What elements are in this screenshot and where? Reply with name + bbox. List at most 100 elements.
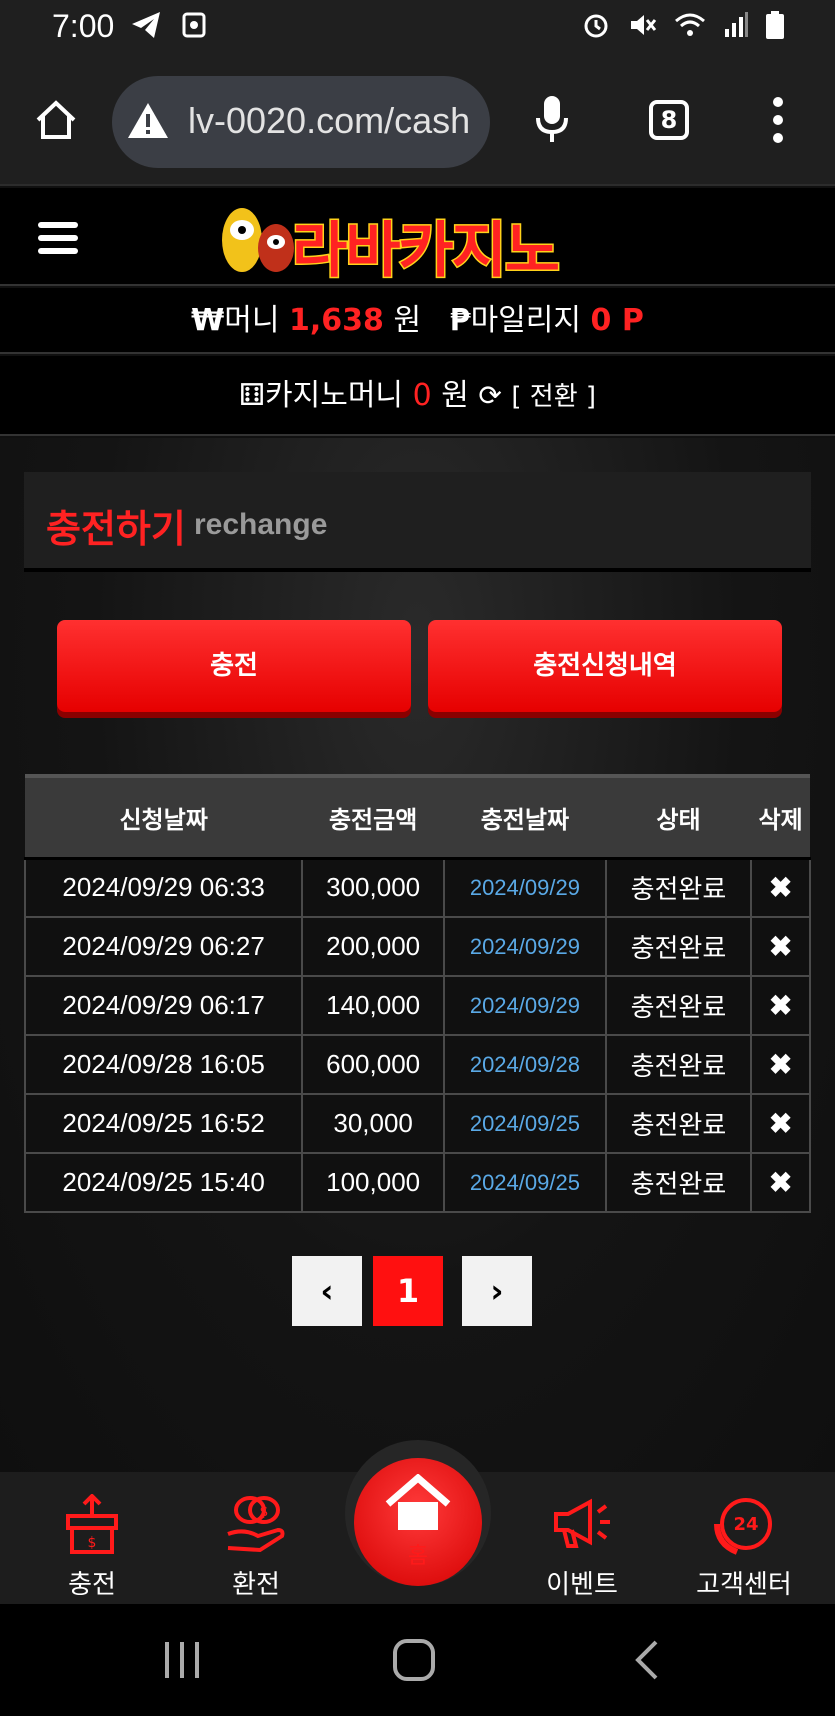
- microphone-icon[interactable]: [532, 94, 572, 146]
- pagination-next-button[interactable]: ›: [462, 1256, 532, 1326]
- column-header: 충전날짜: [444, 774, 606, 860]
- signal-icon: [725, 12, 748, 37]
- megaphone-icon: [554, 1498, 610, 1548]
- column-header: 신청날짜: [25, 774, 303, 860]
- balance-row: ₩머니 1,638 원 ₱마일리지 0 P: [0, 288, 835, 354]
- screen-record-icon: [182, 12, 206, 38]
- wifi-icon: [675, 13, 705, 36]
- casino-money-row: ⚅카지노머니 0 원 ⟳ [ 전환 ]: [0, 356, 835, 436]
- refresh-icon[interactable]: ⟳: [478, 379, 501, 412]
- delete-icon[interactable]: ✖: [750, 1034, 811, 1095]
- nav-charge[interactable]: $ 충전: [12, 1472, 172, 1604]
- amount-cell: 200,000: [301, 916, 446, 977]
- section-title: 충전하기: [46, 507, 186, 551]
- alarm-icon: [584, 14, 608, 38]
- delete-icon[interactable]: ✖: [750, 1152, 811, 1213]
- charge-history-button[interactable]: 충전신청내역: [428, 620, 782, 712]
- status-cell: 충전완료: [604, 916, 753, 977]
- back-icon[interactable]: [634, 1640, 662, 1680]
- home-icon[interactable]: [34, 98, 78, 142]
- nav-exchange-label: 환전: [232, 1570, 280, 1600]
- delete-icon[interactable]: ✖: [750, 857, 811, 918]
- table-row: 2024/09/25 15:40 100,000 2024/09/25 충전완료…: [23, 1152, 811, 1213]
- recent-apps-icon[interactable]: [162, 1640, 202, 1680]
- nav-event-label: 이벤트: [546, 1570, 618, 1600]
- svg-text:$: $: [88, 1535, 97, 1551]
- home-nav-icon[interactable]: [392, 1638, 436, 1682]
- table-row: 2024/09/25 16:52 30,000 2024/09/25 충전완료 …: [23, 1093, 811, 1154]
- requested-date-cell: 2024/09/25 15:40: [23, 1152, 304, 1213]
- requested-date-cell: 2024/09/25 16:52: [23, 1093, 304, 1154]
- coins-hand-icon: $: [227, 1496, 285, 1553]
- status-left-icons: [130, 10, 206, 40]
- telegram-icon: [132, 12, 160, 38]
- nav-event[interactable]: 이벤트: [502, 1472, 662, 1604]
- house-icon: [385, 1474, 451, 1530]
- charged-date-cell: 2024/09/25: [443, 1093, 607, 1154]
- site-header: 라바카지노: [0, 188, 835, 288]
- charged-date-cell: 2024/09/29: [443, 857, 607, 918]
- status-cell: 충전완료: [604, 1093, 753, 1154]
- delete-icon[interactable]: ✖: [750, 975, 811, 1036]
- mileage-label: 마일리지: [470, 303, 581, 338]
- delete-icon[interactable]: ✖: [750, 1093, 811, 1154]
- nav-support[interactable]: 24 고객센터: [664, 1472, 824, 1604]
- convert-button[interactable]: [ 전환 ]: [511, 382, 596, 412]
- column-header: 상태: [605, 774, 752, 860]
- address-bar[interactable]: lv-0020.com/cash: [112, 76, 490, 168]
- charged-date-cell: 2024/09/25: [443, 1152, 607, 1213]
- dice-icon: ⚅: [238, 378, 266, 413]
- charged-date-cell: 2024/09/29: [443, 916, 607, 977]
- casino-money-value: 0: [412, 378, 432, 413]
- requested-date-cell: 2024/09/29 06:27: [23, 916, 304, 977]
- status-cell: 충전완료: [604, 1034, 753, 1095]
- section-header: 충전하기 rechange: [24, 472, 811, 572]
- status-cell: 충전완료: [604, 975, 753, 1036]
- tab-switcher-button[interactable]: 8: [649, 100, 689, 140]
- casino-money-label: 카지노머니: [265, 378, 404, 413]
- status-cell: 충전완료: [604, 857, 753, 918]
- charged-date-cell: 2024/09/28: [443, 1034, 607, 1095]
- svg-text:24: 24: [733, 1514, 758, 1535]
- pagination-prev-button[interactable]: ‹: [292, 1256, 362, 1326]
- peso-icon: ₱: [449, 303, 471, 338]
- nav-exchange[interactable]: $ 환전: [176, 1472, 336, 1604]
- delete-icon[interactable]: ✖: [750, 916, 811, 977]
- charge-history-table: 신청날짜 충전금액 충전날짜 상태 삭제 2024/09/29 06:33 30…: [23, 774, 811, 1213]
- charge-button[interactable]: 충전: [57, 620, 411, 712]
- more-menu-icon[interactable]: [770, 96, 786, 144]
- amount-cell: 100,000: [301, 1152, 446, 1213]
- section-subtitle: rechange: [194, 508, 328, 541]
- warning-icon: [128, 103, 168, 138]
- money-label: 머니: [224, 303, 280, 338]
- battery-icon: [766, 11, 784, 39]
- support-24-icon: 24: [714, 1498, 772, 1555]
- requested-date-cell: 2024/09/28 16:05: [23, 1034, 304, 1095]
- table-row: 2024/09/28 16:05 600,000 2024/09/28 충전완료…: [23, 1034, 811, 1095]
- larva-mascot-icon: [222, 208, 294, 272]
- mute-icon: [631, 15, 657, 35]
- svg-text:$: $: [260, 1504, 269, 1520]
- amount-cell: 140,000: [301, 975, 446, 1036]
- nav-support-label: 고객센터: [696, 1570, 792, 1600]
- status-time: 7:00: [52, 8, 115, 44]
- money-value: 1,638: [289, 303, 384, 338]
- table-row: 2024/09/29 06:17 140,000 2024/09/29 충전완료…: [23, 975, 811, 1036]
- requested-date-cell: 2024/09/29 06:17: [23, 975, 304, 1036]
- mileage-value: 0 P: [590, 303, 644, 338]
- status-bar: 7:00: [0, 0, 835, 56]
- amount-cell: 600,000: [301, 1034, 446, 1095]
- table-row: 2024/09/29 06:33 300,000 2024/09/29 충전완료…: [23, 857, 811, 918]
- amount-cell: 30,000: [301, 1093, 446, 1154]
- hamburger-menu-icon[interactable]: [38, 220, 78, 256]
- table-row: 2024/09/29 06:27 200,000 2024/09/29 충전완료…: [23, 916, 811, 977]
- table-header-row: 신청날짜 충전금액 충전날짜 상태 삭제: [25, 774, 810, 860]
- charged-date-cell: 2024/09/29: [443, 975, 607, 1036]
- system-navigation-bar: [0, 1604, 835, 1716]
- logo-text: 라바카지노: [291, 215, 562, 288]
- casino-money-unit: 원: [441, 378, 469, 413]
- nav-home-button[interactable]: 홈: [354, 1458, 482, 1586]
- nav-charge-label: 충전: [68, 1570, 116, 1600]
- site-logo[interactable]: 라바카지노: [212, 196, 624, 288]
- pagination-current-page[interactable]: 1: [373, 1256, 443, 1326]
